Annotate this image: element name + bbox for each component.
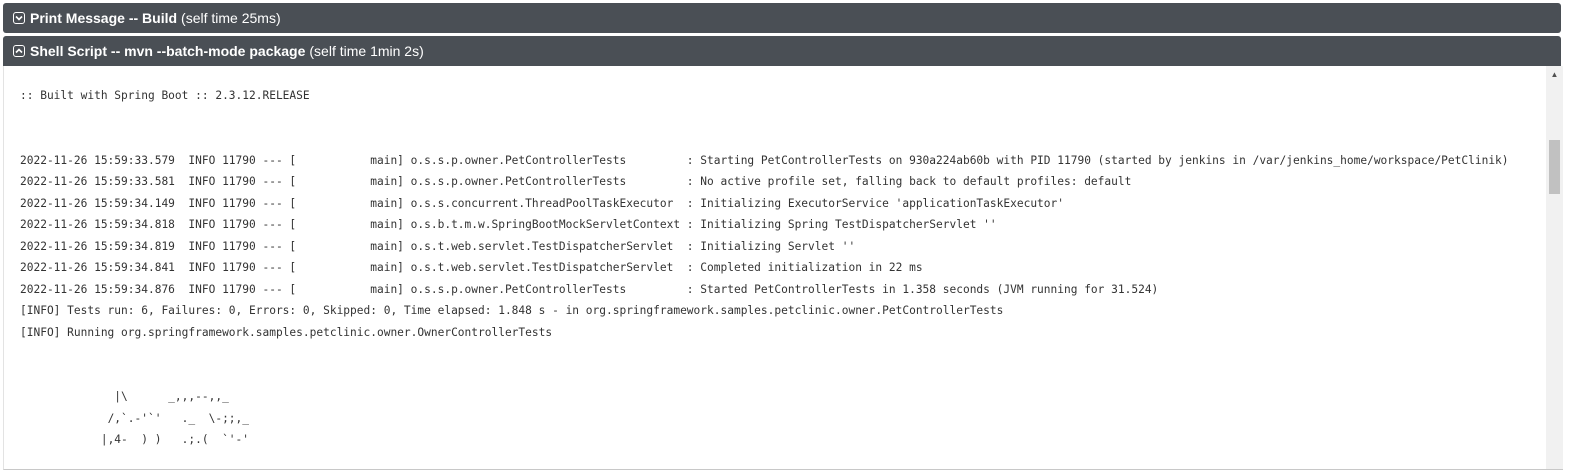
log-line: 2022-11-26 15:59:34.149 INFO 11790 --- […	[20, 196, 1064, 210]
step-title: Print Message -- Build	[30, 10, 178, 26]
log-line: |\ _,,,--,,_	[20, 390, 229, 403]
console-log-panel[interactable]: :: Built with Spring Boot :: 2.3.12.RELE…	[3, 66, 1563, 470]
log-line: :: Built with Spring Boot :: 2.3.12.RELE…	[20, 89, 310, 102]
vertical-scrollbar[interactable]: ▲	[1546, 66, 1563, 469]
console-output: :: Built with Spring Boot :: 2.3.12.RELE…	[20, 85, 1542, 451]
log-line: |,4- ) ) .;.( `'-'	[20, 433, 250, 446]
log-line: 2022-11-26 15:59:34.818 INFO 11790 --- […	[20, 218, 997, 231]
log-line: [INFO] Tests run: 6, Failures: 0, Errors…	[20, 304, 1004, 317]
chevron-up-icon[interactable]	[13, 45, 25, 57]
log-line: 2022-11-26 15:59:34.841 INFO 11790 --- […	[20, 261, 923, 274]
step-header-shell-script[interactable]: Shell Script -- mvn --batch-mode package…	[3, 36, 1561, 66]
log-line: [INFO] Running org.springframework.sampl…	[20, 325, 553, 339]
step-self-time: (self time 25ms)	[181, 10, 281, 26]
step-self-time: (self time 1min 2s)	[309, 43, 424, 59]
log-line: 2022-11-26 15:59:34.876 INFO 11790 --- […	[20, 282, 1159, 296]
log-line: 2022-11-26 15:59:33.581 INFO 11790 --- […	[20, 175, 1132, 188]
log-line: 2022-11-26 15:59:34.819 INFO 11790 --- […	[20, 239, 856, 253]
step-title: Shell Script -- mvn --batch-mode package	[30, 43, 306, 59]
step-header-print-message[interactable]: Print Message -- Build (self time 25ms)	[3, 3, 1561, 33]
log-line: /,`.-'`' ._ \-;;,_	[20, 411, 250, 425]
chevron-down-icon[interactable]	[13, 12, 25, 24]
scroll-up-arrow-icon[interactable]: ▲	[1546, 66, 1563, 83]
log-line: 2022-11-26 15:59:33.579 INFO 11790 --- […	[20, 153, 1509, 167]
scroll-thumb[interactable]	[1549, 140, 1560, 194]
